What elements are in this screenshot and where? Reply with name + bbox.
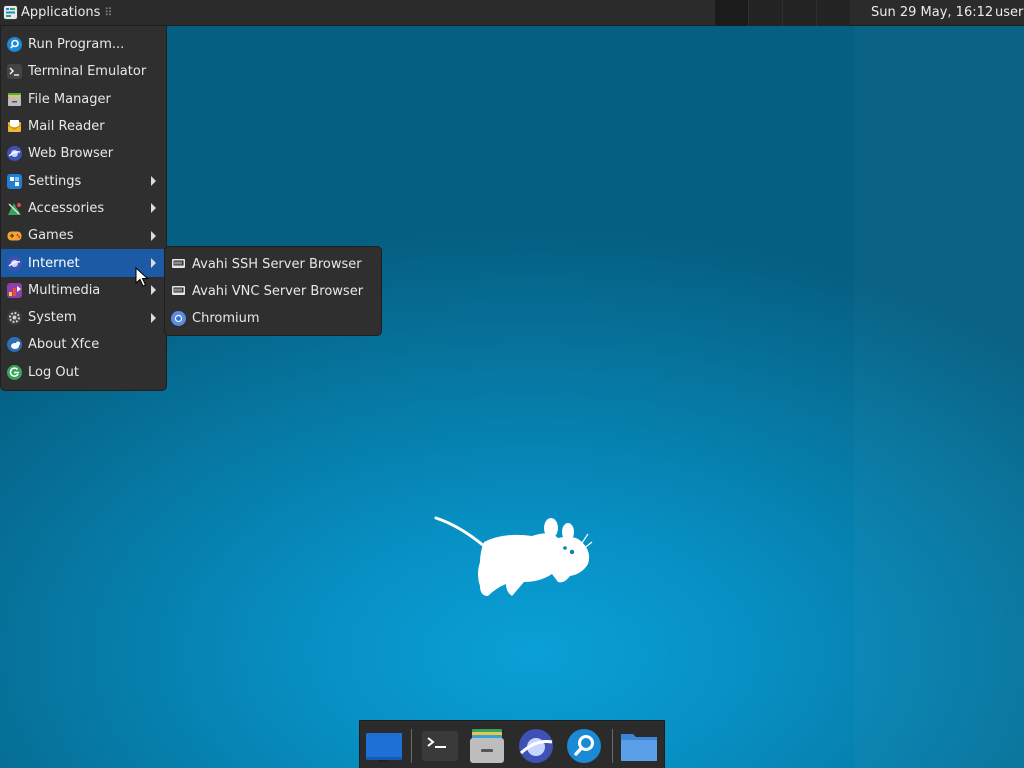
- web-browser-icon: [519, 729, 553, 763]
- multimedia-icon: [7, 282, 22, 298]
- menu-item-label: Internet: [28, 255, 80, 271]
- menu-item-file-manager[interactable]: File Manager: [1, 86, 166, 113]
- menu-item-label: About Xfce: [28, 337, 100, 353]
- submenu-item-label: Avahi SSH Server Browser: [192, 257, 362, 272]
- dock-app-finder[interactable]: [565, 727, 603, 765]
- applications-menu-button[interactable]: Applications ⠿: [0, 0, 116, 26]
- dock-terminal[interactable]: [420, 727, 458, 765]
- submenu-item-avahi-vnc[interactable]: Avahi VNC Server Browser: [165, 278, 381, 305]
- menu-item-accessories[interactable]: Accessories: [1, 195, 166, 222]
- network-icon: [171, 257, 186, 272]
- panel-handle-icon[interactable]: ⠿: [104, 6, 112, 19]
- dock-file-manager[interactable]: [468, 727, 506, 765]
- submenu-arrow-icon: [151, 203, 156, 214]
- workspace-switcher[interactable]: [714, 0, 850, 26]
- file-manager-icon: [470, 729, 504, 763]
- submenu-arrow-icon: [151, 176, 156, 187]
- menu-item-web-browser[interactable]: Web Browser: [1, 140, 166, 167]
- submenu-item-avahi-ssh[interactable]: Avahi SSH Server Browser: [165, 251, 381, 278]
- applications-menu: Run Program... Terminal Emulator File Ma…: [0, 26, 167, 391]
- system-icon: [7, 310, 22, 326]
- about-xfce-icon: [7, 337, 22, 353]
- log-out-icon: [7, 364, 22, 380]
- show-desktop-icon: [366, 733, 403, 762]
- dock-home-folder[interactable]: [620, 727, 658, 765]
- accessories-icon: [7, 201, 22, 216]
- dock-separator: [612, 729, 613, 763]
- menu-item-label: Log Out: [28, 364, 79, 380]
- workspace-4[interactable]: [816, 0, 850, 26]
- search-icon: [567, 729, 601, 763]
- menu-item-system[interactable]: System: [1, 304, 166, 331]
- menu-item-label: Run Program...: [28, 37, 125, 53]
- submenu-arrow-icon: [151, 230, 156, 241]
- web-browser-icon: [7, 146, 22, 162]
- menu-item-games[interactable]: Games: [1, 222, 166, 249]
- terminal-icon: [422, 731, 458, 761]
- menu-item-label: Multimedia: [28, 282, 101, 298]
- menu-item-label: Mail Reader: [28, 119, 105, 135]
- submenu-arrow-icon: [151, 285, 156, 296]
- top-panel: Applications ⠿ Sun 29 May, 16:12 user: [0, 0, 1024, 26]
- menu-item-about-xfce[interactable]: About Xfce: [1, 331, 166, 358]
- folder-icon: [621, 734, 657, 761]
- submenu-arrow-icon: [151, 258, 156, 269]
- dock-separator: [411, 729, 412, 763]
- internet-icon: [7, 255, 22, 271]
- applications-label: Applications: [21, 5, 101, 20]
- menu-item-mail-reader[interactable]: Mail Reader: [1, 113, 166, 140]
- submenu-item-chromium[interactable]: Chromium: [165, 305, 381, 332]
- mail-icon: [7, 119, 22, 134]
- terminal-icon: [7, 64, 22, 80]
- submenu-item-label: Chromium: [192, 311, 260, 326]
- menu-item-label: Accessories: [28, 200, 105, 216]
- menu-item-settings[interactable]: Settings: [1, 167, 166, 194]
- menu-item-label: System: [28, 310, 77, 326]
- dock-show-desktop[interactable]: [364, 727, 403, 765]
- user-menu[interactable]: user: [995, 5, 1023, 20]
- internet-submenu: Avahi SSH Server Browser Avahi VNC Serve…: [164, 246, 382, 336]
- applications-menu-icon: [3, 5, 18, 20]
- menu-item-label: Settings: [28, 173, 82, 189]
- mouse-cursor-icon: [135, 267, 149, 287]
- workspace-3[interactable]: [782, 0, 816, 26]
- submenu-arrow-icon: [151, 312, 156, 323]
- menu-item-label: Terminal Emulator: [28, 64, 147, 80]
- clock[interactable]: Sun 29 May, 16:12: [871, 5, 993, 20]
- xfce-mouse-logo: [434, 516, 593, 596]
- menu-item-log-out[interactable]: Log Out: [1, 359, 166, 386]
- dock-web-browser[interactable]: [517, 727, 555, 765]
- menu-item-label: Games: [28, 228, 74, 244]
- network-icon: [171, 284, 186, 299]
- submenu-item-label: Avahi VNC Server Browser: [192, 284, 364, 299]
- bottom-dock: [359, 720, 665, 768]
- workspace-1[interactable]: [714, 0, 748, 26]
- file-manager-icon: [7, 92, 22, 107]
- menu-item-label: File Manager: [28, 91, 111, 107]
- chromium-icon: [171, 311, 186, 326]
- games-icon: [7, 228, 22, 243]
- search-icon: [7, 37, 22, 53]
- workspace-2[interactable]: [748, 0, 782, 26]
- menu-item-terminal-emulator[interactable]: Terminal Emulator: [1, 58, 166, 85]
- menu-item-run-program[interactable]: Run Program...: [1, 31, 166, 58]
- menu-item-label: Web Browser: [28, 146, 114, 162]
- settings-icon: [7, 173, 22, 189]
